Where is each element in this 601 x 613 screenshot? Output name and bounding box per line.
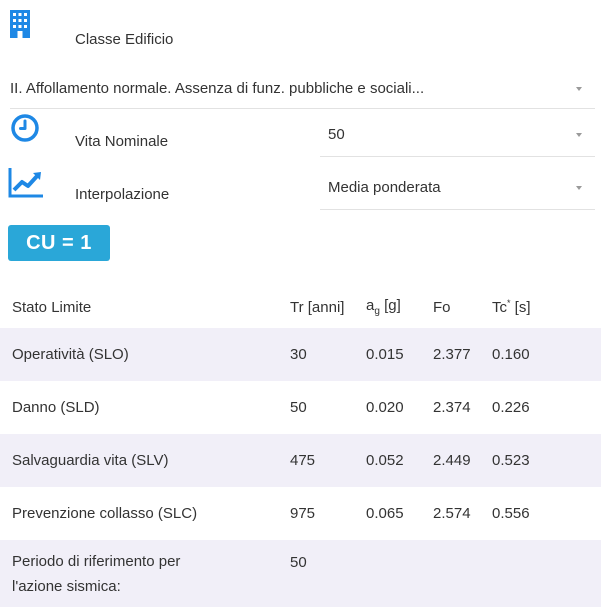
header-tc: Tc* [s] — [492, 286, 601, 328]
clock-icon — [10, 113, 40, 143]
cell-state: Operatività (SLO) — [12, 346, 129, 363]
cell-tr: 975 — [290, 505, 316, 522]
cell-fo: 2.574 — [433, 505, 471, 522]
chevron-down-icon — [576, 186, 582, 190]
divider — [10, 108, 595, 109]
divider — [320, 209, 595, 210]
cell-ag: 0.015 — [366, 346, 404, 363]
cell-ag: 0.052 — [366, 452, 404, 469]
cell-tr: 475 — [290, 452, 316, 469]
cell-ag: 0.065 — [366, 505, 404, 522]
interpolation-select[interactable]: Media ponderata — [320, 168, 595, 210]
cell-tc: 0.556 — [492, 505, 530, 522]
cell-fo: 2.374 — [433, 399, 471, 416]
chart-trend-icon — [8, 166, 44, 198]
interpolation-value: Media ponderata — [328, 179, 441, 196]
reference-period-value: 50 — [290, 554, 307, 571]
header-fo: Fo — [433, 298, 451, 316]
header-ag-unit: [g] — [379, 297, 401, 314]
cell-tr: 50 — [290, 399, 307, 416]
nominal-life-value: 50 — [328, 126, 345, 143]
cell-state: Salvaguardia vita (SLV) — [12, 452, 169, 469]
cell-fo: 2.377 — [433, 346, 471, 363]
table-row: Operatività (SLO) 30 0.015 2.377 0.160 — [0, 328, 601, 381]
limit-states-table: Stato Limite Tr [anni] ag [g] Fo Tc* [s]… — [0, 286, 601, 607]
building-icon — [10, 10, 30, 38]
building-class-select[interactable]: II. Affollamento normale. Assenza di fun… — [0, 64, 601, 110]
building-class-selected: II. Affollamento normale. Assenza di fun… — [10, 80, 425, 97]
cell-tc: 0.160 — [492, 346, 530, 363]
header-tr: Tr [anni] — [290, 298, 345, 316]
building-class-label: Classe Edificio — [75, 31, 174, 48]
cell-tc: 0.523 — [492, 452, 530, 469]
table-row: Salvaguardia vita (SLV) 475 0.052 2.449 … — [0, 434, 601, 487]
reference-period-label: Periodo di riferimento per l'azione sism… — [12, 552, 181, 595]
interpolation-label: Interpolazione — [75, 186, 170, 203]
header-tc-main: Tc — [492, 299, 507, 316]
chevron-down-icon — [576, 87, 582, 91]
cell-tr: 30 — [290, 346, 307, 363]
nominal-life-label: Vita Nominale — [75, 133, 169, 150]
cell-state: Prevenzione collasso (SLC) — [12, 505, 198, 522]
cell-state: Danno (SLD) — [12, 399, 100, 416]
cell-ag: 0.020 — [366, 399, 404, 416]
cell-fo: 2.449 — [433, 452, 471, 469]
cu-badge: CU = 1 — [8, 225, 110, 261]
nominal-life-select[interactable]: 50 — [320, 115, 595, 157]
table-row: Prevenzione collasso (SLC) 975 0.065 2.5… — [0, 487, 601, 540]
table-row: Danno (SLD) 50 0.020 2.374 0.226 — [0, 381, 601, 434]
cell-tc: 0.226 — [492, 399, 530, 416]
divider — [320, 156, 595, 157]
header-tc-unit: [s] — [510, 299, 531, 316]
header-ag: ag [g] — [366, 286, 433, 328]
table-header-row: Stato Limite Tr [anni] ag [g] Fo Tc* [s] — [0, 286, 601, 328]
header-state: Stato Limite — [12, 298, 92, 316]
chevron-down-icon — [576, 133, 582, 137]
reference-period-row: Periodo di riferimento per l'azione sism… — [0, 540, 601, 607]
